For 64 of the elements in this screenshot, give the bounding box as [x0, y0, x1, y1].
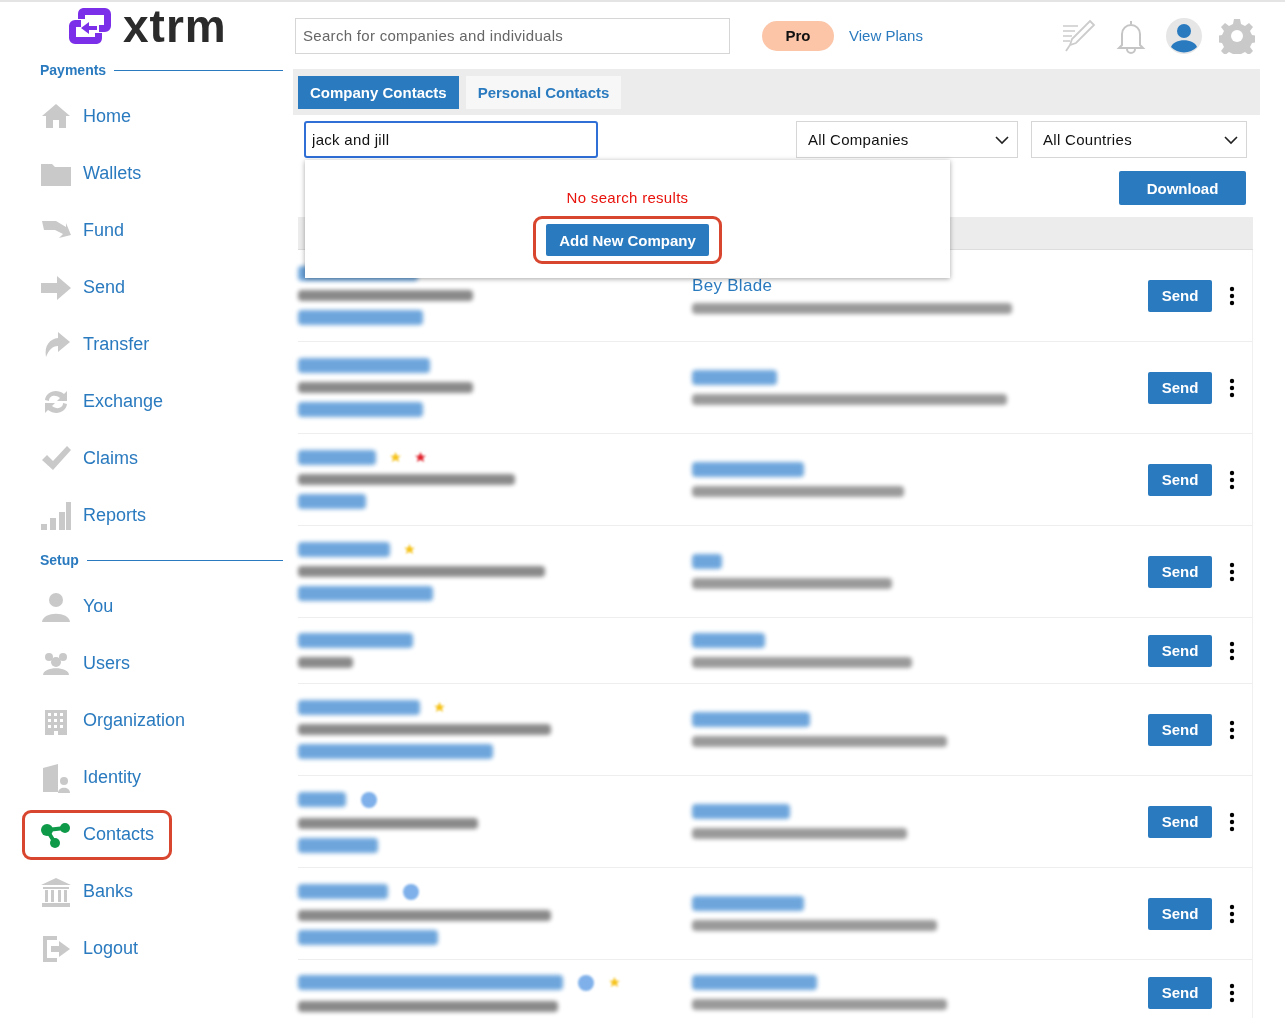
chevron-icon — [1224, 134, 1238, 145]
no-results-message: No search results — [566, 189, 689, 206]
avatar-icon[interactable] — [1166, 17, 1202, 54]
nav-item[interactable]: Claims — [22, 433, 156, 484]
company-dropdown[interactable]: All Companies — [796, 121, 1018, 158]
tab[interactable]: Company Contacts — [298, 76, 459, 109]
send-button[interactable]: Send — [1148, 555, 1212, 588]
search-field[interactable]: jack and jill — [304, 121, 598, 158]
search-field[interactable]: Search for companies and individuals — [295, 17, 730, 54]
nav-item[interactable]: Home — [22, 91, 149, 142]
nav-item[interactable]: You — [22, 581, 132, 632]
more-icon[interactable] — [1229, 377, 1235, 398]
contact-name[interactable]: Bey Blade — [692, 277, 1148, 294]
send-button[interactable]: Send — [1148, 634, 1212, 667]
nav-item[interactable]: Banks — [22, 866, 152, 917]
nav-item[interactable]: Exchange — [22, 376, 182, 427]
plan-badge: Pro — [762, 20, 834, 51]
add-company-button[interactable]: Add New Company — [546, 224, 709, 256]
blurred-text — [298, 494, 366, 509]
more-icon[interactable] — [1229, 903, 1235, 924]
send-button[interactable]: Send — [1148, 976, 1212, 1009]
star-icon — [434, 702, 445, 713]
send-button[interactable]: Send — [1148, 371, 1212, 404]
send-button[interactable]: Send — [1148, 713, 1212, 746]
nav-item[interactable]: Wallets — [22, 148, 160, 199]
star-icon — [415, 452, 426, 463]
send-button[interactable]: Send — [1148, 805, 1212, 838]
download-button[interactable]: Download — [1119, 171, 1246, 205]
star-icon — [390, 452, 401, 463]
section-heading: Payments — [40, 62, 107, 78]
view-plans-link[interactable]: View Plans — [849, 27, 923, 44]
nav-icon — [40, 761, 72, 794]
tab[interactable]: Personal Contacts — [465, 76, 622, 109]
star-icon — [404, 544, 415, 555]
more-icon[interactable] — [1229, 469, 1235, 490]
send-button[interactable]: Send — [1148, 897, 1212, 930]
more-icon[interactable] — [1229, 982, 1235, 1003]
blurred-text — [298, 657, 353, 668]
more-icon[interactable] — [1229, 285, 1235, 306]
chevron-icon — [995, 134, 1009, 145]
send-button[interactable]: Send — [1148, 463, 1212, 496]
nav-icon — [40, 875, 72, 908]
nav-item[interactable]: Reports — [22, 490, 165, 541]
more-icon[interactable] — [1229, 811, 1235, 832]
send-button[interactable]: Send — [1148, 279, 1212, 312]
nav-item[interactable]: Contacts — [22, 809, 173, 860]
nav-icon — [40, 590, 72, 623]
logo-text: xtrm — [123, 4, 227, 48]
nav-item[interactable]: Fund — [22, 205, 143, 256]
blurred-text — [692, 554, 722, 569]
star-icon — [609, 977, 620, 988]
nav-item[interactable]: Transfer — [22, 319, 168, 370]
more-icon[interactable] — [1229, 719, 1235, 740]
blurred-text — [298, 792, 346, 807]
more-icon[interactable] — [1229, 640, 1235, 661]
more-icon[interactable] — [1229, 561, 1235, 582]
country-dropdown[interactable]: All Countries — [1031, 121, 1247, 158]
nav-item[interactable]: Logout — [22, 923, 157, 974]
nav-icon — [40, 499, 72, 532]
nav-item[interactable]: Send — [22, 262, 144, 313]
nav-item[interactable]: Organization — [22, 695, 204, 746]
nav-item[interactable]: Identity — [22, 752, 160, 803]
nav-item[interactable]: Users — [22, 638, 148, 689]
section-heading: Setup — [40, 552, 79, 568]
